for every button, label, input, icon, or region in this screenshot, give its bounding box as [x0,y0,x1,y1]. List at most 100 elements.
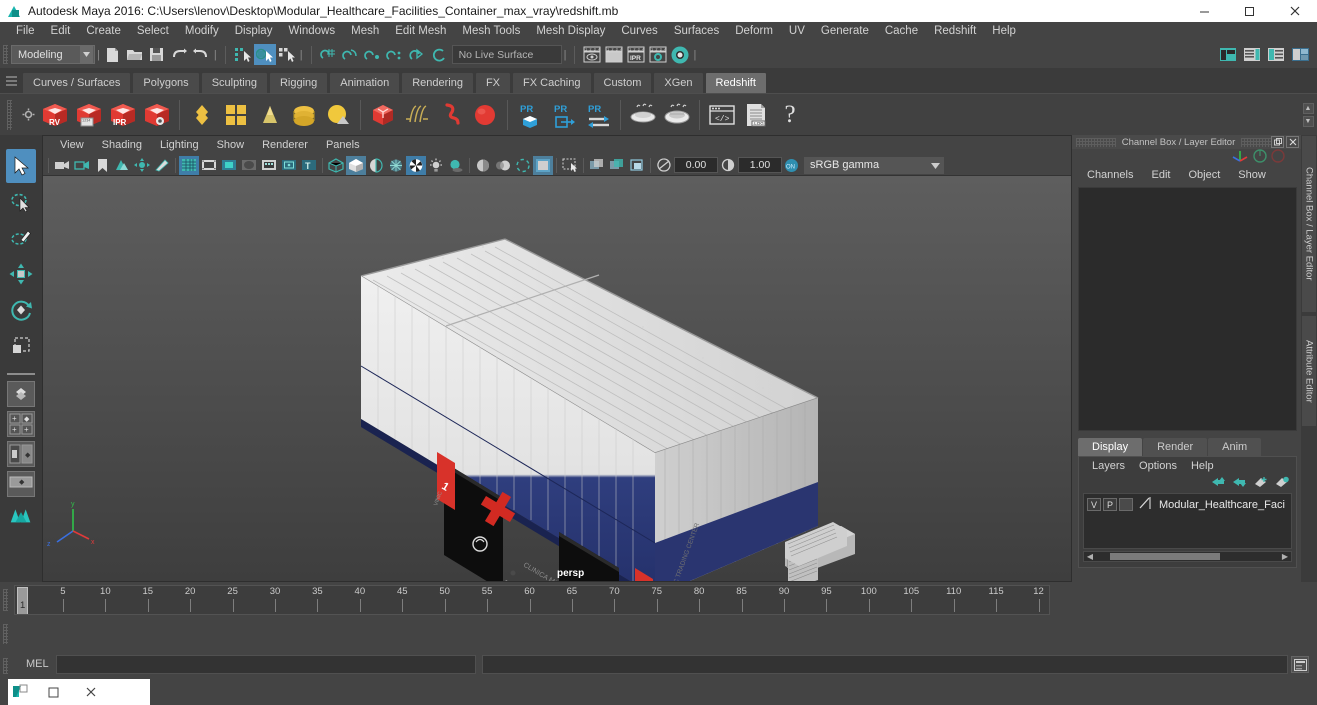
redshift-area-light-icon[interactable] [185,97,219,133]
layer-options-menu[interactable]: Options [1132,460,1184,472]
rotate-tool[interactable] [6,293,36,327]
render-sequence-icon[interactable]: 1 2 3 4 [603,44,625,65]
viewport-menu-panels[interactable]: Panels [317,136,369,155]
save-scene-icon[interactable] [146,44,168,65]
menu-file[interactable]: File [8,22,43,41]
script-editor-icon[interactable] [1291,656,1309,673]
panel-drag-handle-right[interactable] [1241,137,1271,147]
layer-visibility-toggle[interactable]: V [1087,498,1101,511]
select-by-object-icon[interactable] [253,44,276,65]
channel-box-attribute-list[interactable] [1078,187,1297,431]
redshift-ipr-icon[interactable]: IPR [106,97,140,133]
screen-space-ao-icon[interactable] [473,156,493,175]
menu-curves[interactable]: Curves [613,22,665,41]
menu-edit[interactable]: Edit [43,22,79,41]
viewport-menu-view[interactable]: View [51,136,93,155]
menu-mesh[interactable]: Mesh [343,22,387,41]
shelf-tab-redshift[interactable]: Redshift [704,72,767,93]
shelf-tab-fx-caching[interactable]: FX Caching [512,72,592,93]
gamma-field[interactable]: 1.00 [738,157,782,173]
shelf-grip[interactable] [0,94,18,136]
layer-playback-toggle[interactable]: P [1103,498,1117,511]
menu-cache[interactable]: Cache [877,22,926,41]
menu-mesh-display[interactable]: Mesh Display [528,22,613,41]
command-input[interactable] [56,655,476,674]
title-safe-icon[interactable]: T [299,156,319,175]
redshift-help-icon[interactable]: ? [773,97,807,133]
command-language-label[interactable]: MEL [26,658,49,670]
viewport-menu-renderer[interactable]: Renderer [253,136,317,155]
select-tool[interactable] [6,149,36,183]
redshift-hair-icon[interactable] [400,97,434,133]
redshift-proxy-icon[interactable] [366,97,400,133]
snap-to-point-icon[interactable] [362,44,384,65]
gate-mask-icon[interactable] [239,156,259,175]
shelf-tab-xgen[interactable]: XGen [653,72,704,93]
redshift-bake-all-icon[interactable] [660,97,694,133]
shadows-icon[interactable] [446,156,466,175]
color-management-toggle-icon[interactable]: ON [782,156,800,175]
layer-type-toggle[interactable] [1119,498,1133,511]
redshift-pr-transfer-icon[interactable]: PR [581,97,615,133]
shelf-tab-custom[interactable]: Custom [592,72,653,93]
layer-help-menu[interactable]: Help [1184,460,1221,472]
redshift-render-settings-icon[interactable] [140,97,174,133]
menu-edit-mesh[interactable]: Edit Mesh [387,22,454,41]
collapse-arrow-icon[interactable]: | [95,49,102,61]
layer-row[interactable]: V P Modular_Healthcare_Faci [1087,497,1288,512]
redshift-log-icon[interactable]: .LOG [739,97,773,133]
time-cursor[interactable]: 1 [17,587,28,614]
render-view-icon[interactable]: 1 2 3 4 [581,44,603,65]
redshift-bake-icon[interactable] [626,97,660,133]
redshift-volume-icon[interactable] [434,97,468,133]
time-slider-track[interactable]: 1 5 10 15 20 25 30 35 40 45 50 55 60 65 70 75 80 85 90 95 1… [14,585,1050,615]
smooth-shade-all-icon[interactable] [366,156,386,175]
wireframe-on-shaded-icon[interactable] [386,156,406,175]
layers-menu[interactable]: Layers [1085,460,1132,472]
render-globals-icon[interactable] [669,44,691,65]
select-by-hierarchy-icon[interactable] [232,44,254,65]
new-scene-icon[interactable] [102,44,124,65]
menu-generate[interactable]: Generate [813,22,877,41]
grid-icon[interactable] [179,155,199,175]
move-tool[interactable] [6,257,36,291]
shelf-tab-rendering[interactable]: Rendering [401,72,474,93]
channel-box-icon[interactable] [1289,44,1311,65]
attribute-editor-icon[interactable] [1241,44,1263,65]
menu-mesh-tools[interactable]: Mesh Tools [454,22,528,41]
redshift-portal-light-icon[interactable] [287,97,321,133]
channelbox-menu-channels[interactable]: Channels [1078,169,1142,181]
xray-active-icon[interactable] [627,156,647,175]
collapse-arrow-4-icon[interactable]: | [562,49,569,61]
redshift-dome-light-icon[interactable] [219,97,253,133]
resolution-gate-icon[interactable] [219,156,239,175]
image-plane-icon[interactable] [112,156,132,175]
lights-icon[interactable] [426,156,446,175]
layer-color-swatch[interactable] [1138,496,1152,513]
tab-render-layers[interactable]: Render [1143,438,1208,456]
layer-list-horizontal-scrollbar[interactable]: ◀ ▶ [1083,551,1292,562]
2d-pan-zoom-icon[interactable] [132,156,152,175]
color-management-selector[interactable]: sRGB gamma [804,156,944,174]
shelf-tab-curves-surfaces[interactable]: Curves / Surfaces [22,72,132,93]
hypershade-persp-layout[interactable] [7,501,35,527]
restore-window-button[interactable] [34,679,72,705]
viewport-3d-canvas[interactable]: 1 CLINICA MOBILE 2 [43,176,1071,581]
redshift-pr-object-icon[interactable]: PR [513,97,547,133]
isolate-select-icon[interactable] [560,156,580,175]
panel-drag-handle[interactable] [1076,137,1116,147]
menu-set-selector[interactable]: Modeling [11,45,95,64]
viewport-menu-lighting[interactable]: Lighting [151,136,208,155]
shelf-scroll-arrows[interactable]: ▲ ▼ [1302,94,1317,136]
tab-anim-layers[interactable]: Anim [1208,438,1262,456]
menu-modify[interactable]: Modify [177,22,227,41]
tab-display-layers[interactable]: Display [1078,438,1143,456]
film-gate-icon[interactable] [199,156,219,175]
redshift-ies-light-icon[interactable] [253,97,287,133]
shelf-tab-fx[interactable]: FX [474,72,512,93]
two-pane-side-layout[interactable]: ◆ [7,441,35,467]
snap-to-grid-icon[interactable] [318,44,340,65]
channelbox-menu-edit[interactable]: Edit [1142,169,1179,181]
scroll-right-icon[interactable]: ▶ [1279,552,1291,561]
paint-select-tool[interactable] [6,221,36,255]
